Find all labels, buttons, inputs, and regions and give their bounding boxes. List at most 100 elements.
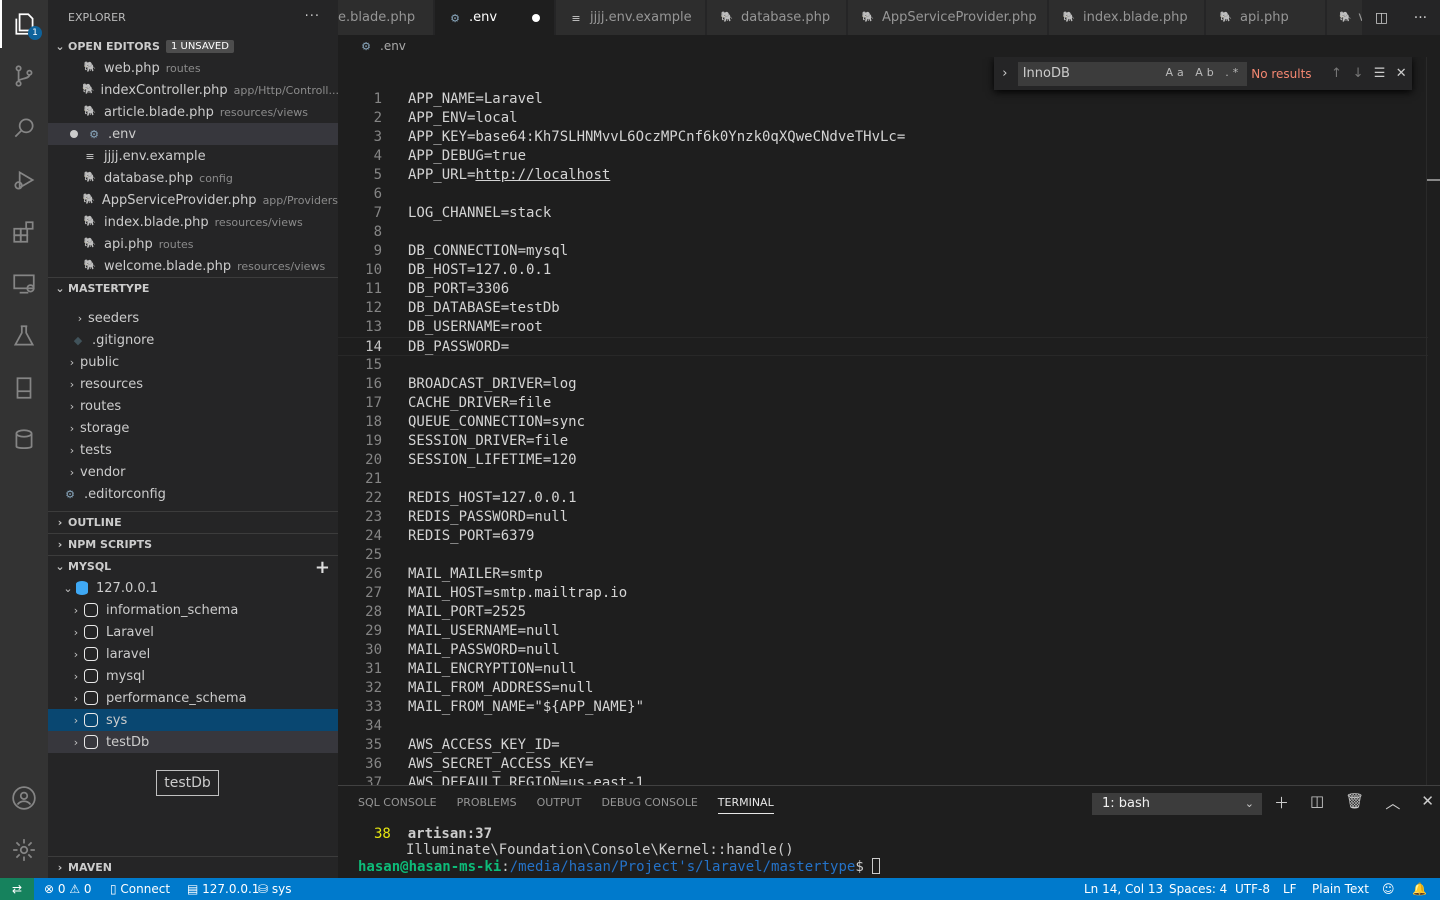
maximize-panel-icon[interactable]: ︿ <box>1385 792 1400 813</box>
feedback-icon[interactable]: ☺ <box>1382 878 1395 900</box>
mysql-host-item[interactable]: ⌄ 127.0.0.1 <box>48 577 338 599</box>
maven-header[interactable]: › MAVEN <box>48 856 338 878</box>
find-options[interactable]: Aa Ab .* <box>1165 66 1242 79</box>
run-debug-icon[interactable] <box>0 156 48 204</box>
code-line[interactable]: 1 APP_NAME=Laravel <box>338 90 1428 109</box>
file-item[interactable]: ◆ .gitignore <box>48 329 338 351</box>
close-panel-icon[interactable]: ✕ <box>1421 792 1434 813</box>
terminal-output[interactable]: 38 artisan:37 Illuminate\Foundation\Cons… <box>358 826 881 875</box>
database-item[interactable]: › mysql <box>48 665 338 687</box>
folder-item[interactable]: › public <box>48 351 338 373</box>
folder-item[interactable]: › vendor <box>48 461 338 483</box>
tab-blade[interactable]: e.blade.php <box>338 0 434 35</box>
open-editor-item[interactable]: 🐘 article.blade.php resources/views <box>48 101 338 123</box>
unsaved-dot-icon[interactable] <box>532 14 540 22</box>
folder-item[interactable]: › seeders <box>48 307 338 329</box>
folder-item[interactable]: › resources <box>48 373 338 395</box>
book-icon[interactable] <box>0 364 48 412</box>
code-line[interactable]: 22 REDIS_HOST=127.0.0.1 <box>338 489 1428 508</box>
open-editor-item-active[interactable]: ⚙ .env <box>48 123 338 145</box>
new-terminal-icon[interactable]: ＋ <box>1274 792 1289 813</box>
problems-status[interactable]: ⊗ 0 ⚠ 0 <box>44 878 92 900</box>
open-editor-item[interactable]: 🐘 indexController.php app/Http/Controll... <box>48 79 338 101</box>
code-line[interactable]: 25 <box>338 546 1428 565</box>
editor-scrollbar[interactable] <box>1426 57 1440 785</box>
search-icon[interactable] <box>0 104 48 152</box>
arrow-up-icon[interactable]: ↑ <box>1326 66 1348 81</box>
source-control-icon[interactable] <box>0 52 48 100</box>
testing-flask-icon[interactable] <box>0 312 48 360</box>
database-item-hover[interactable]: › testDb <box>48 731 338 753</box>
mysql-db-status[interactable]: ⛁ sys <box>258 878 291 900</box>
folder-item[interactable]: › tests <box>48 439 338 461</box>
database-item-selected[interactable]: › sys <box>48 709 338 731</box>
add-connection-button[interactable]: + <box>315 557 330 578</box>
tab-problems[interactable]: PROBLEMS <box>457 786 517 820</box>
remote-explorer-icon[interactable] <box>0 260 48 308</box>
tab-sql-console[interactable]: SQL CONSOLE <box>358 786 437 820</box>
code-line[interactable]: 37 AWS_DEFAULT_REGION=us-east-1 <box>338 774 1428 785</box>
open-editor-item[interactable]: 🐘 web.php routes <box>48 57 338 79</box>
database-icon[interactable] <box>0 416 48 464</box>
notifications-bell-icon[interactable]: 🔔 <box>1412 878 1427 900</box>
settings-gear-icon[interactable] <box>0 826 48 874</box>
tab-api[interactable]: 🐘 api.php <box>1206 0 1326 35</box>
code-line[interactable]: 18 QUEUE_CONNECTION=sync <box>338 413 1428 432</box>
code-line[interactable]: 30 MAIL_PASSWORD=null <box>338 641 1428 660</box>
code-line[interactable]: 34 <box>338 717 1428 736</box>
tab-database[interactable]: 🐘 database.php <box>707 0 847 35</box>
database-item[interactable]: › Laravel <box>48 621 338 643</box>
find-input[interactable]: InnoDB Aa Ab .* <box>1017 61 1248 86</box>
code-line[interactable]: 9 DB_CONNECTION=mysql <box>338 242 1428 261</box>
remote-icon[interactable]: ⇄ <box>0 878 34 900</box>
open-editor-item[interactable]: 🐘 database.php config <box>48 167 338 189</box>
npm-scripts-header[interactable]: › NPM SCRIPTS <box>48 533 338 555</box>
find-in-selection-icon[interactable]: ☰ <box>1369 66 1391 81</box>
code-line[interactable]: 19 SESSION_DRIVER=file <box>338 432 1428 451</box>
open-editor-item[interactable]: 🐘 api.php routes <box>48 233 338 255</box>
open-editor-item[interactable]: 🐘 AppServiceProvider.php app/Providers <box>48 189 338 211</box>
code-line[interactable]: 28 MAIL_PORT=2525 <box>338 603 1428 622</box>
mysql-host-status[interactable]: ▤ 127.0.0.1 <box>187 878 259 900</box>
code-line[interactable]: 29 MAIL_USERNAME=null <box>338 622 1428 641</box>
code-line[interactable]: 7 LOG_CHANNEL=stack <box>338 204 1428 223</box>
code-line[interactable]: 24 REDIS_PORT=6379 <box>338 527 1428 546</box>
open-editor-item[interactable]: 🐘 welcome.blade.php resources/views <box>48 255 338 277</box>
code-line[interactable]: 3 APP_KEY=base64:Kh7SLHNMvvL6OczMPCnf6k0Y… <box>338 128 1428 147</box>
trash-icon[interactable]: 🗑 <box>1345 792 1364 813</box>
language-mode[interactable]: Plain Text <box>1312 878 1369 900</box>
tab-terminal[interactable]: TERMINAL <box>717 786 774 820</box>
database-item[interactable]: › laravel <box>48 643 338 665</box>
url-link[interactable]: http://localhost <box>475 167 610 183</box>
code-line[interactable]: 5 APP_URL=http://localhost <box>338 166 1428 185</box>
code-line[interactable]: 11 DB_PORT=3306 <box>338 280 1428 299</box>
code-line[interactable]: 33 MAIL_FROM_NAME="${APP_NAME}" <box>338 698 1428 717</box>
code-line[interactable]: 31 MAIL_ENCRYPTION=null <box>338 660 1428 679</box>
code-line[interactable]: 35 AWS_ACCESS_KEY_ID= <box>338 736 1428 755</box>
open-editor-item[interactable]: ≡ jjjj.env.example <box>48 145 338 167</box>
code-line[interactable]: 17 CACHE_DRIVER=file <box>338 394 1428 413</box>
tab-overflow[interactable]: 🐘v <box>1327 0 1367 35</box>
close-icon[interactable]: ✕ <box>1390 66 1412 81</box>
toggle-replace-chevron-icon[interactable]: › <box>998 66 1012 81</box>
tab-env[interactable]: ⚙ .env <box>435 0 555 35</box>
arrow-down-icon[interactable]: ↓ <box>1347 66 1369 81</box>
folder-item[interactable]: › storage <box>48 417 338 439</box>
code-line[interactable]: 16 BROADCAST_DRIVER=log <box>338 375 1428 394</box>
connect-status[interactable]: ▯ Connect <box>110 878 170 900</box>
indentation-status[interactable]: Spaces: 4 <box>1169 878 1227 900</box>
mysql-header[interactable]: ⌄ MYSQL + <box>48 555 338 578</box>
code-line[interactable]: 32 MAIL_FROM_ADDRESS=null <box>338 679 1428 698</box>
tab-appserviceprovider[interactable]: 🐘 AppServiceProvider.php <box>848 0 1048 35</box>
tab-index-blade[interactable]: 🐘 index.blade.php <box>1049 0 1205 35</box>
code-line[interactable]: 12 DB_DATABASE=testDb <box>338 299 1428 318</box>
eol-status[interactable]: LF <box>1283 878 1297 900</box>
code-line[interactable]: 2 APP_ENV=local <box>338 109 1428 128</box>
folder-item[interactable]: › routes <box>48 395 338 417</box>
terminal-select[interactable]: 1: bash ⌄ <box>1092 793 1262 815</box>
code-line[interactable]: 26 MAIL_MAILER=smtp <box>338 565 1428 584</box>
outline-header[interactable]: › OUTLINE <box>48 511 338 533</box>
code-line[interactable]: 20 SESSION_LIFETIME=120 <box>338 451 1428 470</box>
open-editor-item[interactable]: 🐘 index.blade.php resources/views <box>48 211 338 233</box>
code-line[interactable]: 8 <box>338 223 1428 242</box>
